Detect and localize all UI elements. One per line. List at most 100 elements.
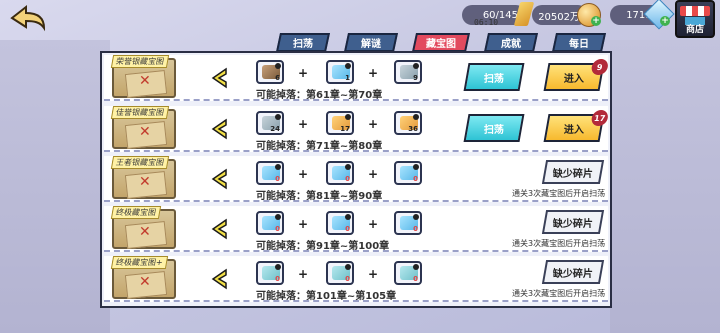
chevron-left-icon[interactable] xyxy=(208,167,232,191)
skull-icon xyxy=(345,63,351,69)
skull-icon xyxy=(275,63,281,69)
skull-icon xyxy=(275,164,281,170)
shop-label: 商店 xyxy=(685,25,704,35)
map-title: 终极藏宝图+ xyxy=(110,256,168,269)
stamina-timer: 06:10 xyxy=(474,18,499,27)
skull-icon xyxy=(413,164,419,170)
skull-icon xyxy=(413,114,419,120)
treasure-map-thumbnail[interactable]: ✕ 终极藏宝图 xyxy=(110,206,176,250)
fragment-count: 0 xyxy=(345,275,350,283)
remaining-count-badge: 9 xyxy=(590,59,610,75)
sweep-button[interactable]: 扫荡 xyxy=(463,63,525,91)
sweep-unlock-hint: 通关3次藏宝图后开启扫荡 xyxy=(512,239,606,248)
plus-icon: + xyxy=(368,117,379,131)
fragment-slot[interactable]: 24 xyxy=(256,111,284,135)
enter-button[interactable]: 进入 17 xyxy=(543,110,610,142)
treasure-map-row: ✕ 荣誉银藏宝图 6 1 9 + + 可能掉落：第61章~第70章 扫荡 进入 9 xyxy=(104,55,610,101)
fragment-slot[interactable]: 0 xyxy=(256,161,284,185)
plus-icon: + xyxy=(368,167,379,181)
gold-value: 20502万 xyxy=(538,11,580,23)
skull-icon xyxy=(275,264,281,270)
remaining-count-badge: 17 xyxy=(590,110,610,126)
plus-icon: + xyxy=(298,167,309,181)
sweep-unlock-hint: 通关3次藏宝图后开启扫荡 xyxy=(512,289,606,298)
missing-fragments-button[interactable]: 缺少碎片 xyxy=(541,210,605,234)
skull-icon xyxy=(413,264,419,270)
map-x-mark-icon: ✕ xyxy=(139,274,151,290)
fragment-count: 9 xyxy=(413,74,418,82)
fragment-slot[interactable]: 0 xyxy=(394,211,422,235)
background-panel-left xyxy=(0,40,110,333)
enter-button[interactable]: 进入 9 xyxy=(543,59,610,91)
map-title: 荣誉银藏宝图 xyxy=(110,55,170,68)
treasure-map-row: ✕ 佳誉银藏宝图 24 17 36 + + 可能掉落：第71章~第80章 扫荡 进入 1… xyxy=(104,106,610,152)
skull-icon xyxy=(345,264,351,270)
shop-awning-icon xyxy=(680,6,710,16)
skull-icon xyxy=(345,214,351,220)
fragment-slot[interactable]: 0 xyxy=(394,261,422,285)
fragment-count: 0 xyxy=(345,225,350,233)
fragment-count: 0 xyxy=(345,175,350,183)
treasure-map-thumbnail[interactable]: ✕ 佳誉银藏宝图 xyxy=(110,106,176,150)
fragment-slot[interactable]: 1 xyxy=(326,60,354,84)
plus-icon: + xyxy=(298,66,309,80)
map-title: 佳誉银藏宝图 xyxy=(110,106,170,119)
fragment-slot[interactable]: 0 xyxy=(394,161,422,185)
tab-sweep[interactable]: 扫荡 xyxy=(275,33,331,52)
fragment-slot[interactable]: 0 xyxy=(256,211,284,235)
drop-range-text: 可能掉落：第71章~第80章 xyxy=(256,141,383,152)
back-arrow-icon[interactable] xyxy=(8,4,48,32)
fragment-slot[interactable]: 9 xyxy=(394,60,422,84)
chevron-left-icon[interactable] xyxy=(208,267,232,291)
fragment-slot[interactable]: 36 xyxy=(394,111,422,135)
chevron-left-icon[interactable] xyxy=(208,117,232,141)
plus-icon: + xyxy=(298,117,309,131)
missing-fragments-button[interactable]: 缺少碎片 xyxy=(541,160,605,184)
skull-icon xyxy=(413,63,419,69)
fragment-count: 17 xyxy=(340,125,350,133)
treasure-map-row: ✕ 终极藏宝图 0 0 0 + + 可能掉落：第91章~第100章 缺少碎片 通关3次藏… xyxy=(104,206,608,252)
add-gem-icon[interactable]: + xyxy=(660,16,670,26)
map-title: 王者银藏宝图 xyxy=(110,156,170,169)
tab-daily[interactable]: 每日 xyxy=(551,33,607,52)
sweep-button[interactable]: 扫荡 xyxy=(463,114,525,142)
skull-icon xyxy=(345,164,351,170)
fragment-slot[interactable]: 0 xyxy=(326,211,354,235)
fragment-count: 0 xyxy=(413,175,418,183)
tab-achievement[interactable]: 成就 xyxy=(483,33,539,52)
treasure-map-row: ✕ 王者银藏宝图 0 0 0 + + 可能掉落：第81章~第90章 缺少碎片 通关3次藏… xyxy=(104,156,608,202)
add-gold-icon[interactable]: + xyxy=(591,16,601,26)
fragment-count: 0 xyxy=(275,225,280,233)
tab-treasure-map[interactable]: 藏宝图 xyxy=(411,33,471,52)
fragment-count: 0 xyxy=(275,275,280,283)
map-x-mark-icon: ✕ xyxy=(139,174,151,190)
fragment-slot[interactable]: 0 xyxy=(256,261,284,285)
map-x-mark-icon: ✕ xyxy=(139,73,151,89)
tab-puzzle[interactable]: 解谜 xyxy=(343,33,399,52)
chevron-left-icon[interactable] xyxy=(208,217,232,241)
treasure-map-thumbnail[interactable]: ✕ 终极藏宝图+ xyxy=(110,256,176,300)
fragment-count: 24 xyxy=(270,125,280,133)
skull-icon xyxy=(275,214,281,220)
treasure-map-thumbnail[interactable]: ✕ 王者银藏宝图 xyxy=(110,156,176,200)
plus-icon: + xyxy=(298,217,309,231)
fragment-count: 0 xyxy=(413,225,418,233)
background-panel-right xyxy=(610,40,720,333)
fragment-slot[interactable]: 6 xyxy=(256,60,284,84)
drop-range-text: 可能掉落：第81章~第90章 xyxy=(256,191,383,202)
fragment-count: 0 xyxy=(413,275,418,283)
treasure-map-thumbnail[interactable]: ✕ 荣誉银藏宝图 xyxy=(110,55,176,99)
missing-fragments-button[interactable]: 缺少碎片 xyxy=(541,260,605,284)
fragment-slot[interactable]: 0 xyxy=(326,261,354,285)
fragment-slot[interactable]: 17 xyxy=(326,111,354,135)
fragment-count: 1 xyxy=(345,74,350,82)
shop-button[interactable]: 商店 xyxy=(675,0,715,38)
map-x-mark-icon: ✕ xyxy=(139,224,151,240)
drop-range-text: 可能掉落：第61章~第70章 xyxy=(256,90,383,101)
skull-icon xyxy=(345,114,351,120)
fragment-slot[interactable]: 0 xyxy=(326,161,354,185)
chevron-left-icon[interactable] xyxy=(208,66,232,90)
fragment-count: 0 xyxy=(275,175,280,183)
plus-icon: + xyxy=(368,66,379,80)
skull-icon xyxy=(275,114,281,120)
